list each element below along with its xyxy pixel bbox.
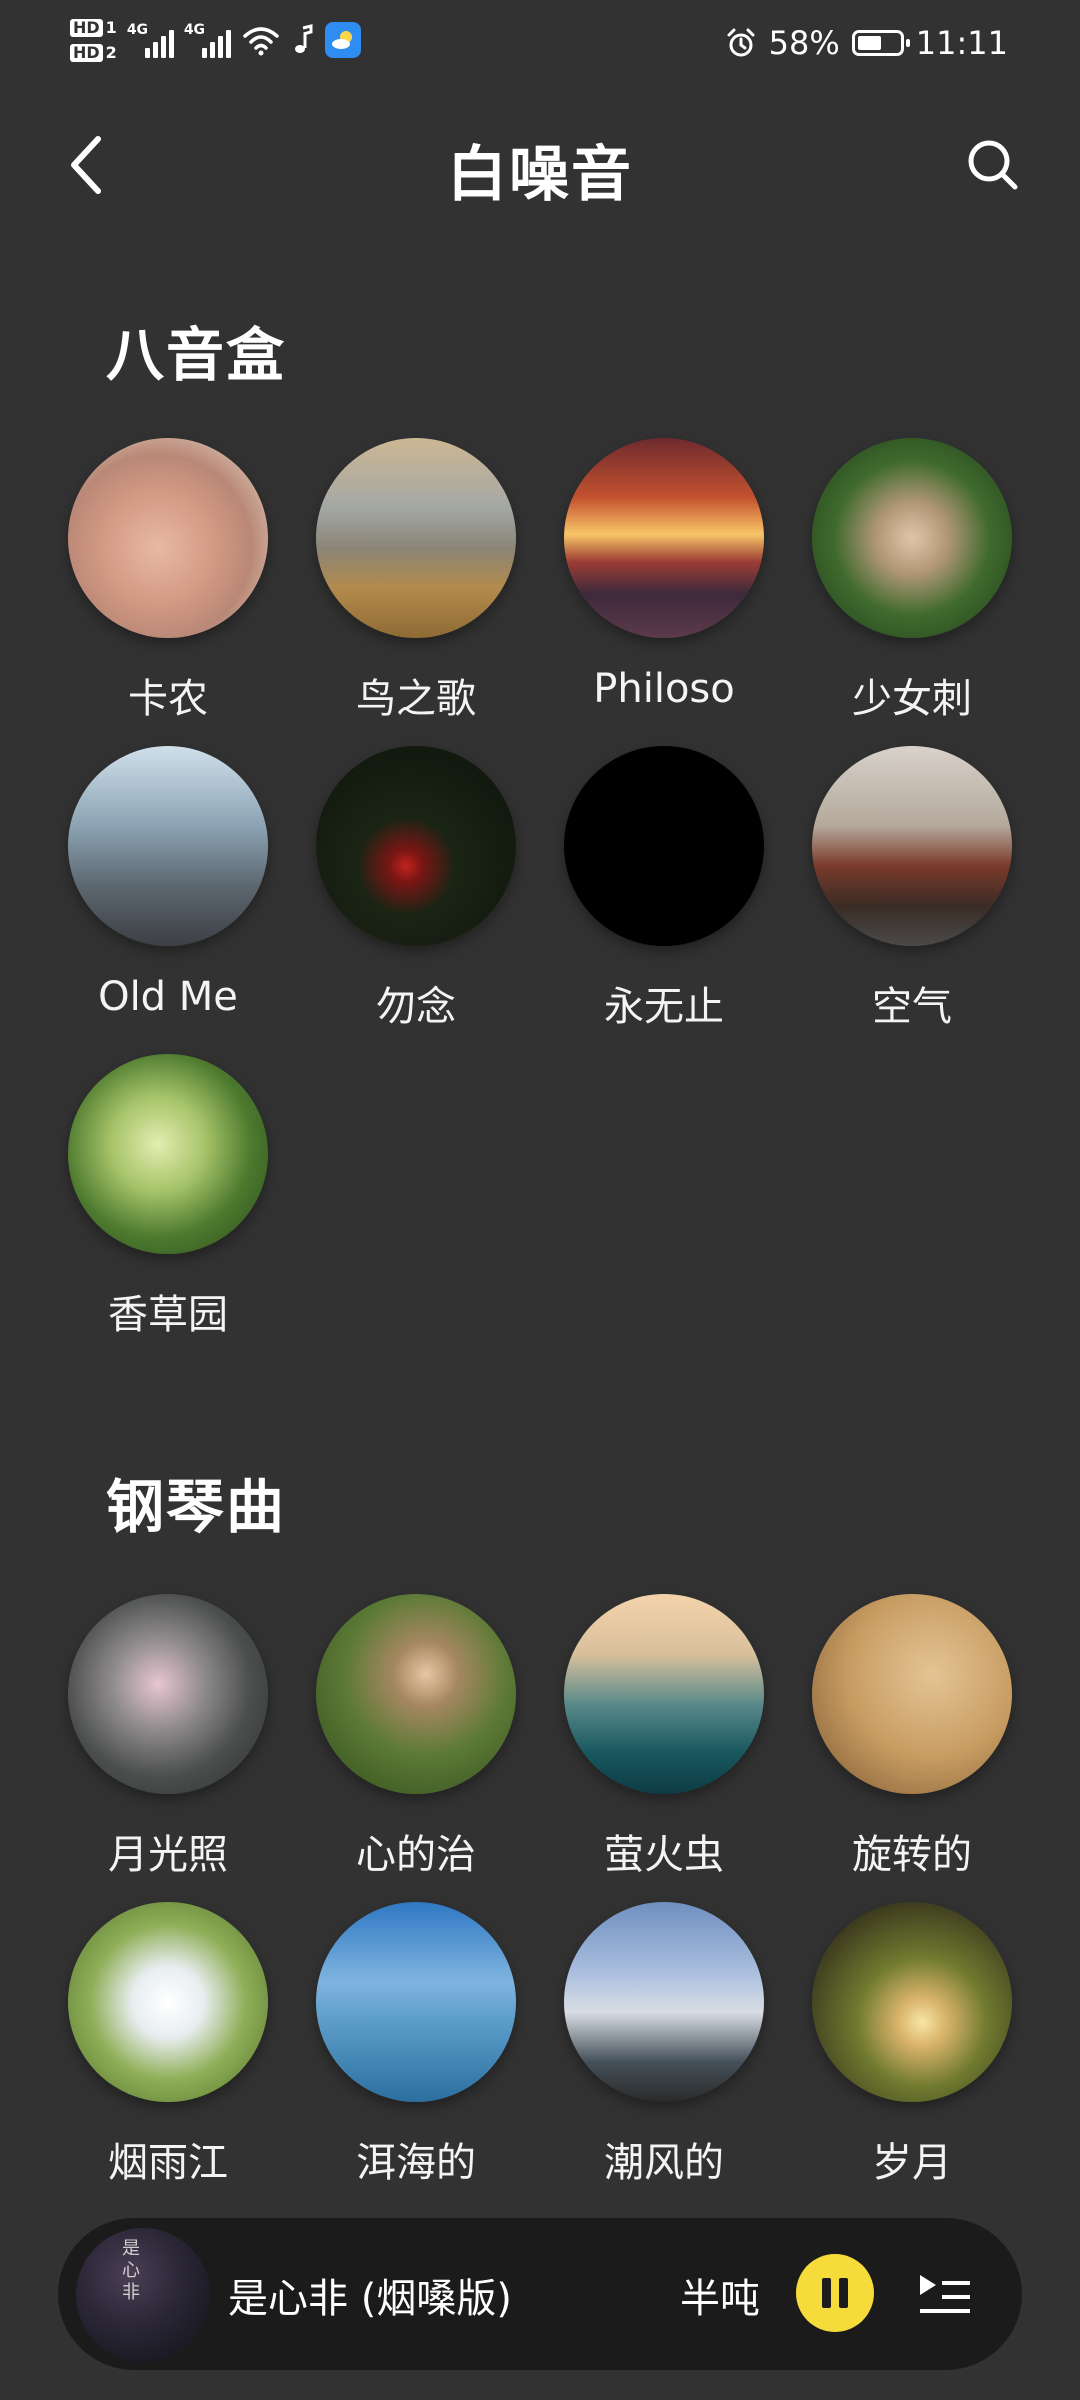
playlist-button[interactable] xyxy=(912,2262,976,2326)
music-note-icon xyxy=(291,24,315,56)
sound-thumbnail xyxy=(316,1594,516,1794)
sound-label: 岁月 xyxy=(872,2140,952,2186)
track-title: 是心非 (烟嗓版) xyxy=(228,2266,628,2322)
sound-item[interactable]: 香草园 xyxy=(44,1054,292,1340)
sound-thumbnail xyxy=(68,1902,268,2102)
sound-thumbnail xyxy=(812,1902,1012,2102)
sound-item[interactable]: 少女刺 xyxy=(788,438,1036,724)
sim2-index: 2 xyxy=(105,43,117,62)
music-box-grid: 卡农 鸟之歌 Philoso 少女刺 Old Me 勿念 永无止 空气 香草园 xyxy=(44,438,1044,1338)
sound-item[interactable]: Old Me xyxy=(44,746,292,1020)
sound-item[interactable]: Philoso xyxy=(540,438,788,712)
status-left: HD 1 HD 2 4G 4G xyxy=(70,18,361,62)
battery-percent: 58% xyxy=(768,24,840,62)
sound-label: 永无止 xyxy=(604,984,724,1030)
sound-item[interactable]: 卡农 xyxy=(44,438,292,724)
net1-label: 4G xyxy=(126,22,149,38)
sound-label: Philoso xyxy=(593,666,735,712)
album-art: 是心非 xyxy=(76,2228,210,2362)
sound-item[interactable]: 勿念 xyxy=(292,746,540,1032)
sound-item[interactable]: 潮风的 xyxy=(540,1902,788,2188)
sim2-indicator: HD 2 xyxy=(70,43,117,62)
track-title-text: 是心非 (烟嗓版) xyxy=(228,2276,512,2322)
battery-icon xyxy=(851,30,910,56)
sound-thumbnail xyxy=(68,1054,268,1254)
section-title-piano: 钢琴曲 xyxy=(106,1473,287,1541)
sound-item[interactable]: 空气 xyxy=(788,746,1036,1032)
sim1-indicator: HD 1 xyxy=(70,18,117,37)
sound-label: 月光照 xyxy=(108,1832,228,1878)
sound-label: 心的治 xyxy=(356,1832,476,1878)
alarm-icon xyxy=(725,27,757,59)
signal-icon: 4G xyxy=(127,22,174,58)
mini-player[interactable]: 是心非 是心非 (烟嗓版) 半吨 xyxy=(58,2218,1022,2370)
net2-label: 4G xyxy=(183,22,206,38)
sound-thumbnail xyxy=(68,438,268,638)
header: 白噪音 xyxy=(0,110,1080,220)
sound-item[interactable]: 岁月 xyxy=(788,1902,1036,2188)
sound-label: 卡农 xyxy=(128,676,208,722)
sound-item[interactable]: 烟雨江 xyxy=(44,1902,292,2188)
wifi-icon xyxy=(241,24,281,56)
artist-name: 半吨 xyxy=(680,2276,760,2322)
page-title: 白噪音 xyxy=(447,140,633,210)
status-bar: HD 1 HD 2 4G 4G 58% 11:11 xyxy=(0,0,1080,96)
sound-item[interactable]: 月光照 xyxy=(44,1594,292,1880)
sound-thumbnail xyxy=(68,1594,268,1794)
pause-button[interactable] xyxy=(796,2254,874,2332)
sound-label: 潮风的 xyxy=(604,2140,724,2186)
sound-thumbnail xyxy=(812,1594,1012,1794)
piano-grid: 月光照 心的治 萤火虫 旋转的 烟雨江 洱海的 潮风的 岁月 xyxy=(44,1594,1044,2194)
sound-thumbnail xyxy=(812,438,1012,638)
section-title-music-box: 八音盒 xyxy=(106,321,287,389)
sound-thumbnail xyxy=(564,1594,764,1794)
sound-item[interactable]: 旋转的 xyxy=(788,1594,1036,1880)
sound-label: 鸟之歌 xyxy=(356,676,476,722)
sound-label: 洱海的 xyxy=(356,2140,476,2186)
sound-thumbnail xyxy=(564,1902,764,2102)
sound-thumbnail xyxy=(316,746,516,946)
pause-icon xyxy=(839,2278,848,2308)
sound-label: 少女刺 xyxy=(852,676,972,722)
sound-thumbnail xyxy=(316,1902,516,2102)
sim1-index: 1 xyxy=(105,18,117,37)
clock: 11:11 xyxy=(915,24,1008,62)
sound-item[interactable]: 萤火虫 xyxy=(540,1594,788,1880)
sound-item[interactable]: 鸟之歌 xyxy=(292,438,540,724)
sound-item[interactable]: 心的治 xyxy=(292,1594,540,1880)
sim-indicators: HD 1 HD 2 xyxy=(70,18,117,62)
sound-label: 勿念 xyxy=(376,984,456,1030)
sound-label: Old Me xyxy=(98,974,238,1020)
sound-label: 旋转的 xyxy=(852,1832,972,1878)
sim2-hd-label: HD xyxy=(70,43,103,62)
album-art-text: 是心非 xyxy=(119,2238,140,2304)
search-button[interactable] xyxy=(958,130,1028,200)
status-right: 58% 11:11 xyxy=(725,24,1008,62)
sound-thumbnail xyxy=(68,746,268,946)
sound-label: 空气 xyxy=(872,984,952,1030)
sound-item[interactable]: 永无止 xyxy=(540,746,788,1032)
play-queue-icon xyxy=(920,2275,970,2313)
sound-thumbnail xyxy=(316,438,516,638)
sound-thumbnail xyxy=(564,438,764,638)
battery-fill xyxy=(857,36,881,50)
weather-app-icon xyxy=(324,22,361,58)
sound-label: 香草园 xyxy=(108,1292,228,1338)
search-icon xyxy=(968,140,1018,190)
pause-icon xyxy=(822,2278,831,2308)
signal-icon: 4G xyxy=(184,22,231,58)
sound-thumbnail xyxy=(564,746,764,946)
sound-label: 萤火虫 xyxy=(604,1832,724,1878)
sound-thumbnail xyxy=(812,746,1012,946)
sound-label: 烟雨江 xyxy=(108,2140,228,2186)
sim1-hd-label: HD xyxy=(70,18,103,37)
sound-item[interactable]: 洱海的 xyxy=(292,1902,540,2188)
